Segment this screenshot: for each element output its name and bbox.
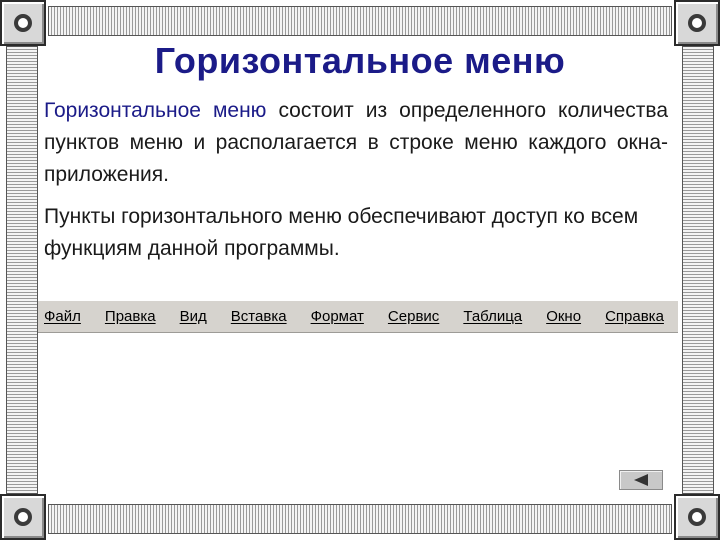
- menu-item-tools[interactable]: Сервис: [388, 308, 439, 325]
- menu-item-window[interactable]: Окно: [546, 308, 581, 325]
- menu-item-file[interactable]: Файл: [44, 308, 81, 325]
- frame-bar-left: [6, 46, 38, 494]
- paragraph-definition: Горизонтальное меню состоит из определен…: [44, 95, 668, 191]
- menu-item-help[interactable]: Справка: [605, 308, 664, 325]
- corner-knob-icon: [674, 494, 720, 540]
- paragraph-purpose: Пункты горизонтального меню обеспечивают…: [44, 205, 639, 260]
- frame-bar-bottom: [48, 504, 672, 534]
- nav-back-button[interactable]: [619, 470, 663, 490]
- corner-knob-icon: [0, 494, 46, 540]
- frame-bar-top: [48, 6, 672, 36]
- menu-bar: Файл Правка Вид Вставка Формат Сервис Та…: [38, 300, 678, 333]
- menu-item-view[interactable]: Вид: [180, 308, 207, 325]
- menu-item-insert[interactable]: Вставка: [231, 308, 287, 325]
- paragraph-accent-term: Горизонтальное меню: [44, 99, 267, 122]
- frame-bar-right: [682, 46, 714, 494]
- menu-item-table[interactable]: Таблица: [463, 308, 522, 325]
- corner-knob-icon: [674, 0, 720, 46]
- slide-title: Горизонтальное меню: [154, 40, 566, 81]
- menu-item-format[interactable]: Формат: [311, 308, 364, 325]
- menu-item-edit[interactable]: Правка: [105, 308, 156, 325]
